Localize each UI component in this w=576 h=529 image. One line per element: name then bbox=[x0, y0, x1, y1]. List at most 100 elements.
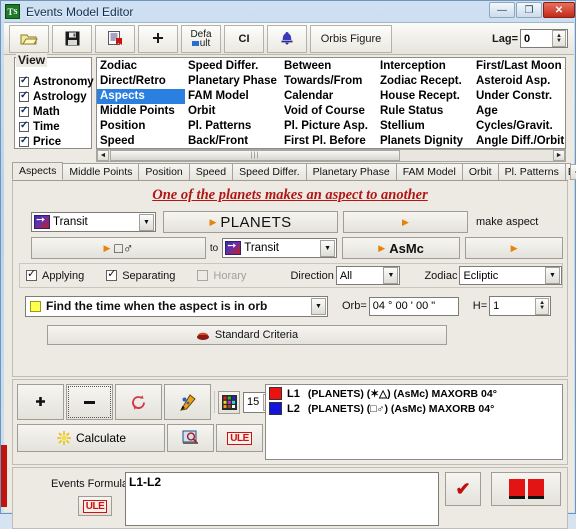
chevron-down-icon[interactable]: ▼ bbox=[320, 239, 336, 257]
list-item[interactable]: Speed Differ. bbox=[185, 59, 281, 74]
tab-orbit[interactable]: Orbit bbox=[461, 163, 499, 180]
list-item[interactable]: Stellium bbox=[377, 119, 473, 134]
list-item[interactable]: Planets Dignity bbox=[377, 134, 473, 148]
orb-input[interactable]: 04 ° 00 ' 00 " bbox=[368, 296, 459, 316]
list-item[interactable]: House Recept. bbox=[377, 89, 473, 104]
tab-fam-model[interactable]: FAM Model bbox=[395, 163, 463, 180]
remove-line-button[interactable] bbox=[66, 384, 113, 420]
list-item[interactable]: Middle Points bbox=[97, 104, 185, 119]
add-line-button[interactable] bbox=[17, 384, 64, 420]
minimize-button[interactable]: — bbox=[489, 2, 515, 18]
list-item-selected[interactable]: Aspects bbox=[97, 89, 185, 104]
list-item[interactable]: L1 (PLANETS) (✶△) (AsMc) MAXORB 04° bbox=[266, 385, 562, 400]
zodiac-dropdown[interactable]: Ecliptic ▼ bbox=[459, 266, 562, 285]
source-type-dropdown[interactable]: Transit ▼ bbox=[31, 212, 156, 232]
list-item[interactable]: Speed bbox=[97, 134, 185, 148]
list-item[interactable]: Orbit bbox=[185, 104, 281, 119]
list-item[interactable]: First/Last Moon A.N. bbox=[473, 59, 565, 74]
tab-speed[interactable]: Speed bbox=[188, 163, 234, 180]
view-checkbox-astrology[interactable]: Astrology bbox=[15, 89, 91, 104]
checkbox-icon[interactable] bbox=[19, 120, 29, 132]
calculate-button[interactable]: Calculate bbox=[17, 424, 165, 452]
h-numbox[interactable]: 1 ▲ ▼ bbox=[489, 296, 552, 316]
formula-books-button[interactable] bbox=[491, 472, 561, 506]
list-item[interactable]: Cycles/Gravit. bbox=[473, 119, 565, 134]
formula-apply-button[interactable]: ✔ bbox=[445, 472, 481, 506]
applying-checkbox-icon[interactable] bbox=[26, 267, 37, 281]
lag-value[interactable]: 0 bbox=[521, 33, 551, 45]
preview-button[interactable] bbox=[167, 424, 214, 452]
color-swatch-l2[interactable] bbox=[269, 402, 282, 415]
events-formula-input[interactable]: L1-L2 bbox=[125, 472, 439, 526]
maximize-button[interactable]: ❐ bbox=[516, 2, 542, 18]
list-item[interactable]: Angle Diff./Orbit bbox=[473, 134, 565, 148]
ci-button[interactable]: CI bbox=[224, 24, 264, 53]
close-button[interactable]: ✕ bbox=[543, 2, 575, 18]
tab-aspects[interactable]: Aspects bbox=[12, 162, 64, 180]
list-item[interactable]: Direct/Retro bbox=[97, 74, 185, 89]
view-checkbox-time[interactable]: Time bbox=[15, 119, 91, 134]
list-item[interactable]: First Pl. Before bbox=[281, 134, 377, 148]
orbis-figure-button[interactable]: Orbis Figure bbox=[310, 24, 392, 53]
list-item[interactable]: FAM Model bbox=[185, 89, 281, 104]
list-item[interactable]: Rule Status bbox=[377, 104, 473, 119]
list-item[interactable]: Void of Course bbox=[281, 104, 377, 119]
refresh-button[interactable] bbox=[115, 384, 162, 420]
checkbox-icon[interactable] bbox=[19, 105, 29, 117]
chevron-down-icon[interactable]: ▼ bbox=[311, 297, 326, 315]
separating-checkbox-icon[interactable] bbox=[106, 267, 118, 281]
list-item[interactable]: Under Constr. bbox=[473, 89, 565, 104]
chevron-down-icon[interactable]: ▼ bbox=[383, 267, 399, 284]
list-item[interactable]: Calendar bbox=[281, 89, 377, 104]
lines-list[interactable]: L1 (PLANETS) (✶△) (AsMc) MAXORB 04° L2 (… bbox=[265, 384, 563, 460]
checkbox-icon[interactable] bbox=[19, 75, 29, 87]
tab-position[interactable]: Position bbox=[138, 163, 190, 180]
tab-planetary-phase[interactable]: Planetary Phase bbox=[305, 163, 397, 180]
source-extra-button[interactable]: ▶ bbox=[343, 211, 468, 233]
view-checkbox-price[interactable]: Price bbox=[15, 134, 91, 149]
asmc-button[interactable]: ▶ AsMc bbox=[342, 237, 461, 259]
checkbox-icon[interactable] bbox=[19, 90, 29, 102]
edit-line-button[interactable] bbox=[164, 384, 211, 420]
list-item[interactable]: Planetary Phase bbox=[185, 74, 281, 89]
default-button[interactable]: Defa ult bbox=[181, 24, 221, 53]
list-item[interactable]: Pl. Patterns bbox=[185, 119, 281, 134]
list-item[interactable]: Zodiac Recept. bbox=[377, 74, 473, 89]
checkbox-icon[interactable] bbox=[19, 135, 29, 147]
planets-button[interactable]: ▶ PLANETS bbox=[163, 211, 338, 233]
aspect-glyph-button[interactable]: ▶ □♂ bbox=[31, 237, 206, 259]
target-extra-button[interactable]: ▶ bbox=[465, 237, 563, 259]
palette-button[interactable] bbox=[218, 390, 240, 414]
list-item[interactable]: Pl. Picture Asp. bbox=[281, 119, 377, 134]
save-button[interactable] bbox=[52, 24, 92, 53]
formula-ule-button[interactable]: ULE bbox=[78, 496, 112, 516]
tab-scroll-left-icon[interactable]: ◄ bbox=[569, 164, 576, 180]
direction-dropdown[interactable]: All ▼ bbox=[335, 266, 401, 285]
h-value[interactable]: 1 bbox=[490, 300, 534, 312]
list-item[interactable]: Between bbox=[281, 59, 377, 74]
scrollbar-thumb[interactable]: ||| bbox=[110, 150, 400, 161]
lag-numbox[interactable]: 0 ▲ ▼ bbox=[520, 29, 568, 48]
view-checkbox-math[interactable]: Math bbox=[15, 104, 91, 119]
list-item[interactable]: L2 (PLANETS) (□♂) (AsMc) MAXORB 04° bbox=[266, 400, 562, 415]
list-item[interactable]: Interception bbox=[377, 59, 473, 74]
save-report-button[interactable] bbox=[95, 24, 135, 53]
ule-button[interactable]: ULE bbox=[216, 424, 263, 452]
scroll-left-arrow-icon[interactable]: ◄ bbox=[97, 150, 109, 161]
list-item[interactable]: Position bbox=[97, 119, 185, 134]
list-item[interactable]: Age bbox=[473, 104, 565, 119]
condition-dropdown[interactable]: Find the time when the aspect is in orb … bbox=[25, 295, 328, 317]
options-horizontal-scrollbar[interactable]: ◄ ||| ► bbox=[96, 149, 566, 162]
scroll-right-arrow-icon[interactable]: ► bbox=[553, 150, 565, 161]
view-checkbox-astronomy[interactable]: Astronomy bbox=[15, 74, 94, 89]
color-swatch-l1[interactable] bbox=[269, 387, 282, 400]
open-button[interactable] bbox=[9, 24, 49, 53]
list-item[interactable]: Asteroid Asp. bbox=[473, 74, 565, 89]
tab-speed-differ[interactable]: Speed Differ. bbox=[232, 163, 307, 180]
list-item[interactable]: Zodiac bbox=[97, 59, 185, 74]
count-value[interactable]: 15 bbox=[244, 396, 262, 408]
list-item[interactable]: Towards/From bbox=[281, 74, 377, 89]
tab-middle-points[interactable]: Middle Points bbox=[62, 163, 140, 180]
move-button[interactable] bbox=[138, 24, 178, 53]
standard-criteria-button[interactable]: Standard Criteria bbox=[47, 325, 447, 345]
